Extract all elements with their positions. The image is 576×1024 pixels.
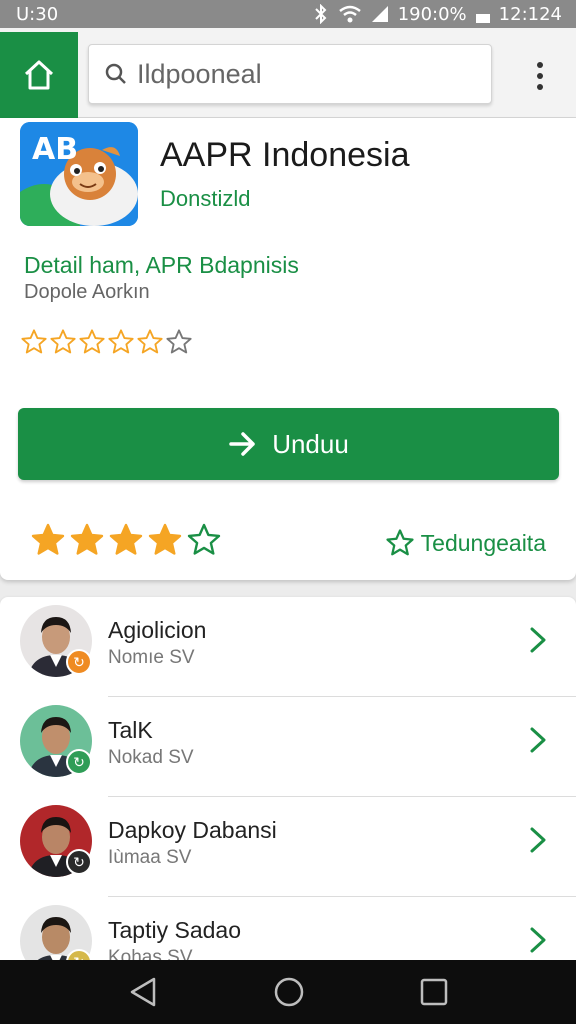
status-badge-icon: ↻ bbox=[66, 849, 92, 875]
star-filled-icon bbox=[70, 523, 104, 555]
app-icon[interactable]: AB bbox=[20, 122, 138, 226]
more-dot-icon bbox=[537, 73, 543, 79]
signal-icon bbox=[371, 6, 388, 22]
install-label: Unduu bbox=[272, 428, 349, 459]
home-icon bbox=[24, 60, 54, 90]
status-badge-icon: ↻ bbox=[66, 649, 92, 675]
star-empty-icon bbox=[187, 523, 221, 555]
star-outline-icon bbox=[79, 329, 105, 354]
battery-percent: 190:0% bbox=[397, 3, 467, 25]
person-role: Nomıe SV bbox=[108, 647, 195, 668]
wishlist-button[interactable]: Tedungeaita bbox=[385, 528, 546, 558]
detail-title: Detail ham, APR Bdapnisis bbox=[24, 252, 299, 278]
star-filled-icon bbox=[109, 523, 143, 555]
chevron-right-icon bbox=[530, 727, 546, 753]
search-box[interactable] bbox=[88, 44, 492, 104]
wishlist-label: Tedungeaita bbox=[420, 529, 546, 556]
list-item[interactable]: ↻ Dapkoy Dabansi Iùmaa SV bbox=[0, 797, 576, 897]
star-outline-icon bbox=[108, 329, 134, 354]
app-title: AAPR Indonesia bbox=[160, 136, 410, 174]
person-name: Taptiy Sadao bbox=[108, 917, 241, 943]
app-detail-card: AB AAPR Indonesia Donstizld Detail ham, … bbox=[0, 118, 576, 580]
back-icon[interactable] bbox=[128, 976, 158, 1008]
more-dot-icon bbox=[537, 62, 543, 68]
wifi-icon bbox=[338, 5, 361, 23]
chevron-right-icon bbox=[530, 827, 546, 853]
outline-star-row bbox=[20, 328, 193, 356]
status-time-right: 12:124 bbox=[498, 3, 562, 25]
detail-subtitle: Dopole Aorkın bbox=[24, 281, 150, 303]
chevron-right-icon bbox=[530, 927, 546, 953]
list-item[interactable]: ↻ TalK Nokad SV bbox=[0, 697, 576, 797]
list-item[interactable]: ↻ Agiolicion Nomıe SV bbox=[0, 597, 576, 697]
bluetooth-icon bbox=[314, 4, 327, 24]
star-outline-icon bbox=[386, 529, 414, 556]
chevron-right-icon bbox=[530, 627, 546, 653]
status-bar: U:30 190:0% 12:124 bbox=[0, 0, 576, 28]
person-name: TalK bbox=[108, 717, 153, 743]
star-outline-icon bbox=[50, 329, 76, 354]
status-time-left: U:30 bbox=[16, 3, 59, 25]
person-name: Agiolicion bbox=[108, 617, 207, 643]
app-bar bbox=[0, 28, 576, 118]
search-icon bbox=[105, 63, 126, 84]
home-nav-icon[interactable] bbox=[273, 976, 305, 1008]
more-menu-button[interactable] bbox=[522, 56, 558, 96]
person-role: Nokad SV bbox=[108, 747, 194, 768]
status-badge-icon: ↻ bbox=[66, 749, 92, 775]
star-filled-icon bbox=[31, 523, 65, 555]
home-button[interactable] bbox=[0, 32, 78, 118]
person-role: Iùmaa SV bbox=[108, 847, 192, 868]
developer-link[interactable]: Donstizld bbox=[160, 186, 250, 212]
person-name: Dapkoy Dabansi bbox=[108, 817, 277, 843]
star-filled-icon bbox=[148, 523, 182, 555]
star-outline-icon bbox=[21, 329, 47, 354]
status-icons: 190:0% 12:124 bbox=[312, 4, 562, 25]
rating-stars[interactable] bbox=[30, 522, 222, 558]
battery-icon bbox=[475, 14, 490, 23]
star-outline-icon bbox=[137, 329, 163, 354]
install-button[interactable]: Unduu bbox=[18, 408, 559, 480]
recents-icon[interactable] bbox=[420, 978, 448, 1006]
more-dot-icon bbox=[537, 84, 543, 90]
search-input[interactable] bbox=[137, 58, 477, 90]
arrow-right-icon bbox=[229, 432, 255, 456]
star-outline-icon bbox=[166, 329, 192, 354]
app-icon-text: AB bbox=[32, 132, 79, 167]
navigation-bar bbox=[0, 960, 576, 1024]
people-list: ↻ Agiolicion Nomıe SV ↻ TalK Nokad SV ↻ Dapkoy … bbox=[0, 597, 576, 977]
